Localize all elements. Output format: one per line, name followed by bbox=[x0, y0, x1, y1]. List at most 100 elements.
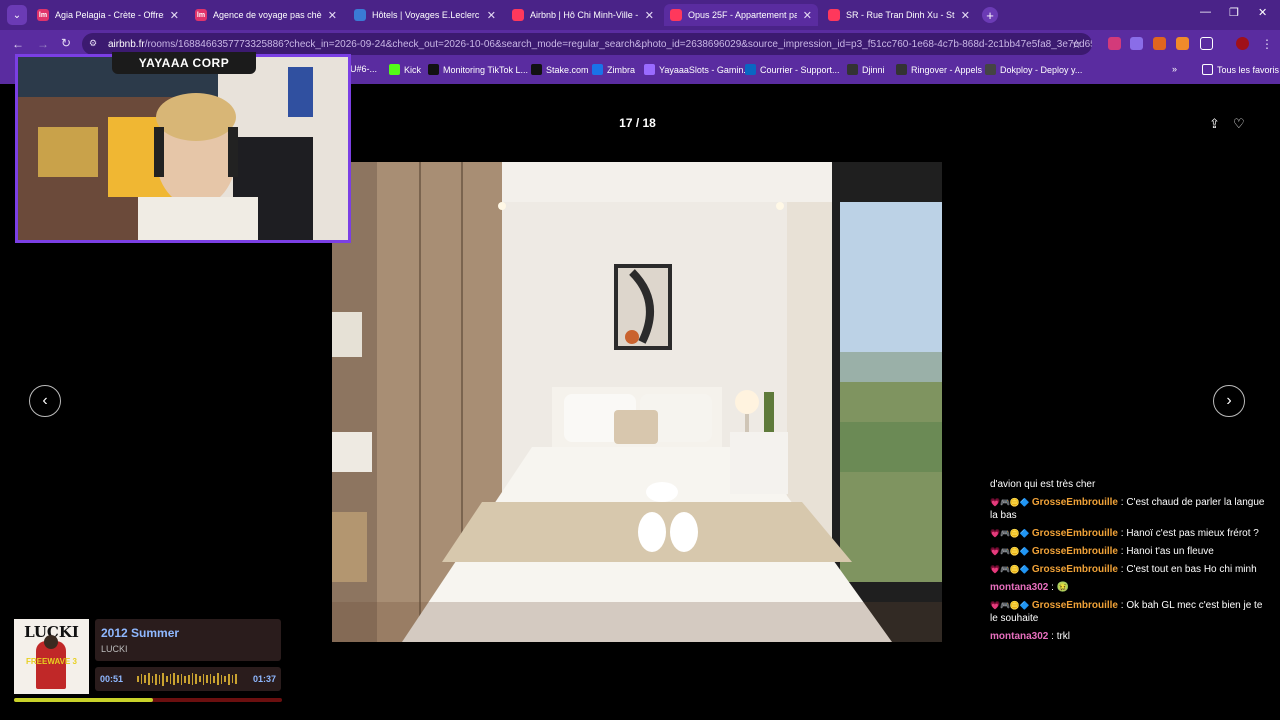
bookmarks-overflow-icon[interactable]: » bbox=[1172, 64, 1177, 74]
tab-title: Agia Pelagia - Crète - Offres de bbox=[55, 10, 164, 20]
bookmark-item[interactable]: Kick bbox=[389, 64, 421, 75]
progress-track bbox=[14, 698, 282, 702]
url-site: airbnb.fr bbox=[108, 38, 145, 50]
extension-icon[interactable] bbox=[1153, 37, 1166, 50]
waveform-bar bbox=[198, 676, 201, 682]
bookmark-favicon-icon bbox=[745, 64, 756, 75]
browser-tab[interactable]: Hôtels | Voyages E.Leclerc ✕ bbox=[348, 4, 502, 26]
close-tab-icon[interactable]: ✕ bbox=[328, 9, 337, 22]
waveform-bar bbox=[228, 673, 230, 685]
waveform-bar bbox=[191, 673, 194, 685]
maximize-icon[interactable]: ❐ bbox=[1229, 6, 1239, 19]
chat-text: d'avion qui est très cher bbox=[990, 479, 1096, 490]
chat-username: GrosseEmbrouille bbox=[1031, 528, 1118, 539]
bookmark-label: Stake.com bbox=[546, 64, 589, 75]
chat-username: montana302 bbox=[990, 631, 1049, 642]
bookmark-label: Zimbra bbox=[607, 64, 636, 75]
track-artist: LUCKI bbox=[101, 644, 128, 654]
bookmark-favicon-icon bbox=[592, 64, 603, 75]
extension-icon[interactable] bbox=[1130, 37, 1143, 50]
chat-message: montana302 : 🤢 bbox=[990, 582, 1070, 593]
tab-title: Hôtels | Voyages E.Leclerc bbox=[372, 10, 480, 20]
tab-title: Agence de voyage pas chère | V bbox=[213, 10, 322, 20]
tab-search-button[interactable]: ⌄ bbox=[7, 5, 27, 25]
waveform-bar bbox=[206, 675, 208, 683]
elapsed-time: 00:51 bbox=[100, 674, 124, 684]
bookmark-favicon-icon bbox=[389, 64, 400, 75]
forward-icon[interactable]: → bbox=[37, 37, 49, 51]
browser-menu-icon[interactable]: ⋮ bbox=[1261, 37, 1273, 51]
browser-tab[interactable]: Airbnb | Hô Chi Minh-Ville - Loc ✕ bbox=[506, 4, 660, 26]
chat-username: GrosseEmbrouille bbox=[1031, 564, 1118, 575]
close-window-icon[interactable]: ✕ bbox=[1258, 6, 1267, 19]
chat-username: GrosseEmbrouille bbox=[1031, 600, 1118, 611]
waveform-bar bbox=[155, 673, 157, 685]
waveform-bar bbox=[173, 673, 176, 685]
url-path: /rooms/1688466357773325886?check_in=2026… bbox=[144, 38, 1092, 50]
bookmark-label: Kick bbox=[404, 64, 422, 75]
waveform-bar bbox=[144, 675, 146, 683]
waveform bbox=[137, 672, 237, 686]
stream-chat: d'avion qui est très cher 💗🎮🪙🔷 GrosseEmbro… bbox=[990, 478, 1270, 648]
extension-icon[interactable] bbox=[1176, 37, 1189, 50]
bookmark-item[interactable]: YayaaaSlots - Gamin... bbox=[644, 64, 751, 75]
next-photo-button[interactable]: › bbox=[1213, 385, 1245, 417]
album-cover-subtitle: FREEWAVE 3 bbox=[26, 657, 77, 666]
tab-favicon-icon bbox=[354, 9, 366, 21]
chat-message: 💗🎮🪙🔷 GrosseEmbrouille : C'est tout en bas… bbox=[990, 564, 1257, 575]
bookmark-favicon-icon bbox=[896, 64, 907, 75]
chat-text: Hanoï c'est pas mieux frérot ? bbox=[1126, 528, 1259, 539]
waveform-bar bbox=[231, 675, 234, 683]
chevron-right-icon: › bbox=[1226, 392, 1232, 409]
bookmark-label: Courrier - Support... bbox=[760, 64, 840, 75]
bookmark-item[interactable]: Dokploy - Deploy y... bbox=[985, 64, 1082, 75]
waveform-bar bbox=[184, 675, 186, 683]
bookmark-label: U#6-... bbox=[350, 64, 378, 74]
bookmark-item[interactable]: Courrier - Support... bbox=[745, 64, 840, 75]
browser-tab[interactable]: Opus 25F - Appartement paisib ✕ bbox=[664, 4, 818, 26]
bookmark-item[interactable]: Zimbra bbox=[592, 64, 635, 75]
bookmark-item[interactable]: Stake.com bbox=[531, 64, 589, 75]
browser-tab[interactable]: lm Agia Pelagia - Crète - Offres de ✕ bbox=[31, 4, 185, 26]
tab-title: Opus 25F - Appartement paisib bbox=[688, 10, 797, 20]
reload-icon[interactable]: ↻ bbox=[61, 36, 71, 50]
listing-photo bbox=[332, 162, 942, 642]
all-bookmarks-button[interactable]: Tous les favoris bbox=[1202, 64, 1279, 75]
progress-fill bbox=[14, 698, 154, 702]
close-tab-icon[interactable]: ✕ bbox=[645, 9, 654, 22]
heart-icon[interactable]: ♡ bbox=[1233, 116, 1245, 132]
previous-photo-button[interactable]: ‹ bbox=[29, 385, 61, 417]
close-tab-icon[interactable]: ✕ bbox=[487, 9, 496, 22]
bookmark-item[interactable]: Djinni bbox=[847, 64, 885, 75]
chat-message: montana302 : trkl bbox=[990, 631, 1071, 642]
bookmark-star-icon[interactable]: ☆ bbox=[1071, 37, 1082, 51]
browser-tab[interactable]: SR - Rue Tran Dinh Xu - Studio ✕ bbox=[822, 4, 976, 26]
chat-message: 💗🎮🪙🔷 GrosseEmbrouille : Hanoi t'as un fle… bbox=[990, 546, 1214, 557]
bookmark-item[interactable]: U#6-... bbox=[350, 64, 377, 74]
browser-tab[interactable]: lm Agence de voyage pas chère | V ✕ bbox=[189, 4, 343, 26]
waveform-bar bbox=[166, 676, 168, 682]
waveform-bar bbox=[213, 675, 216, 683]
bookmark-item[interactable]: Ringover - Appels bbox=[896, 64, 982, 75]
minimize-icon[interactable]: — bbox=[1200, 6, 1211, 18]
music-player: LUCKI FREEWAVE 3 2012 Summer LUCKI 00:51… bbox=[14, 619, 282, 705]
close-tab-icon[interactable]: ✕ bbox=[803, 9, 812, 22]
waveform-bar bbox=[162, 672, 165, 686]
bookmark-label: YayaaaSlots - Gamin... bbox=[659, 64, 751, 75]
chat-message: 💗🎮🪙🔷 GrosseEmbrouille : Ok bah GL mec c'e… bbox=[990, 600, 1263, 624]
bookmark-item[interactable]: Monitoring TikTok L... bbox=[428, 64, 528, 75]
close-tab-icon[interactable]: ✕ bbox=[961, 9, 970, 22]
photo-counter: 17 / 18 bbox=[619, 116, 656, 130]
new-tab-button[interactable]: + bbox=[982, 7, 998, 23]
waveform-bar bbox=[177, 675, 179, 683]
extensions-puzzle-icon[interactable] bbox=[1200, 37, 1213, 50]
share-icon[interactable]: ⇪ bbox=[1209, 116, 1220, 132]
waveform-bar bbox=[147, 673, 150, 685]
waveform-bar bbox=[217, 673, 219, 685]
back-icon[interactable]: ← bbox=[12, 37, 24, 51]
site-info-icon[interactable]: ⚙ bbox=[89, 38, 97, 49]
profile-avatar[interactable] bbox=[1236, 37, 1249, 50]
extension-icon[interactable] bbox=[1108, 37, 1121, 50]
tab-title: SR - Rue Tran Dinh Xu - Studio bbox=[846, 10, 955, 20]
close-tab-icon[interactable]: ✕ bbox=[170, 9, 179, 22]
